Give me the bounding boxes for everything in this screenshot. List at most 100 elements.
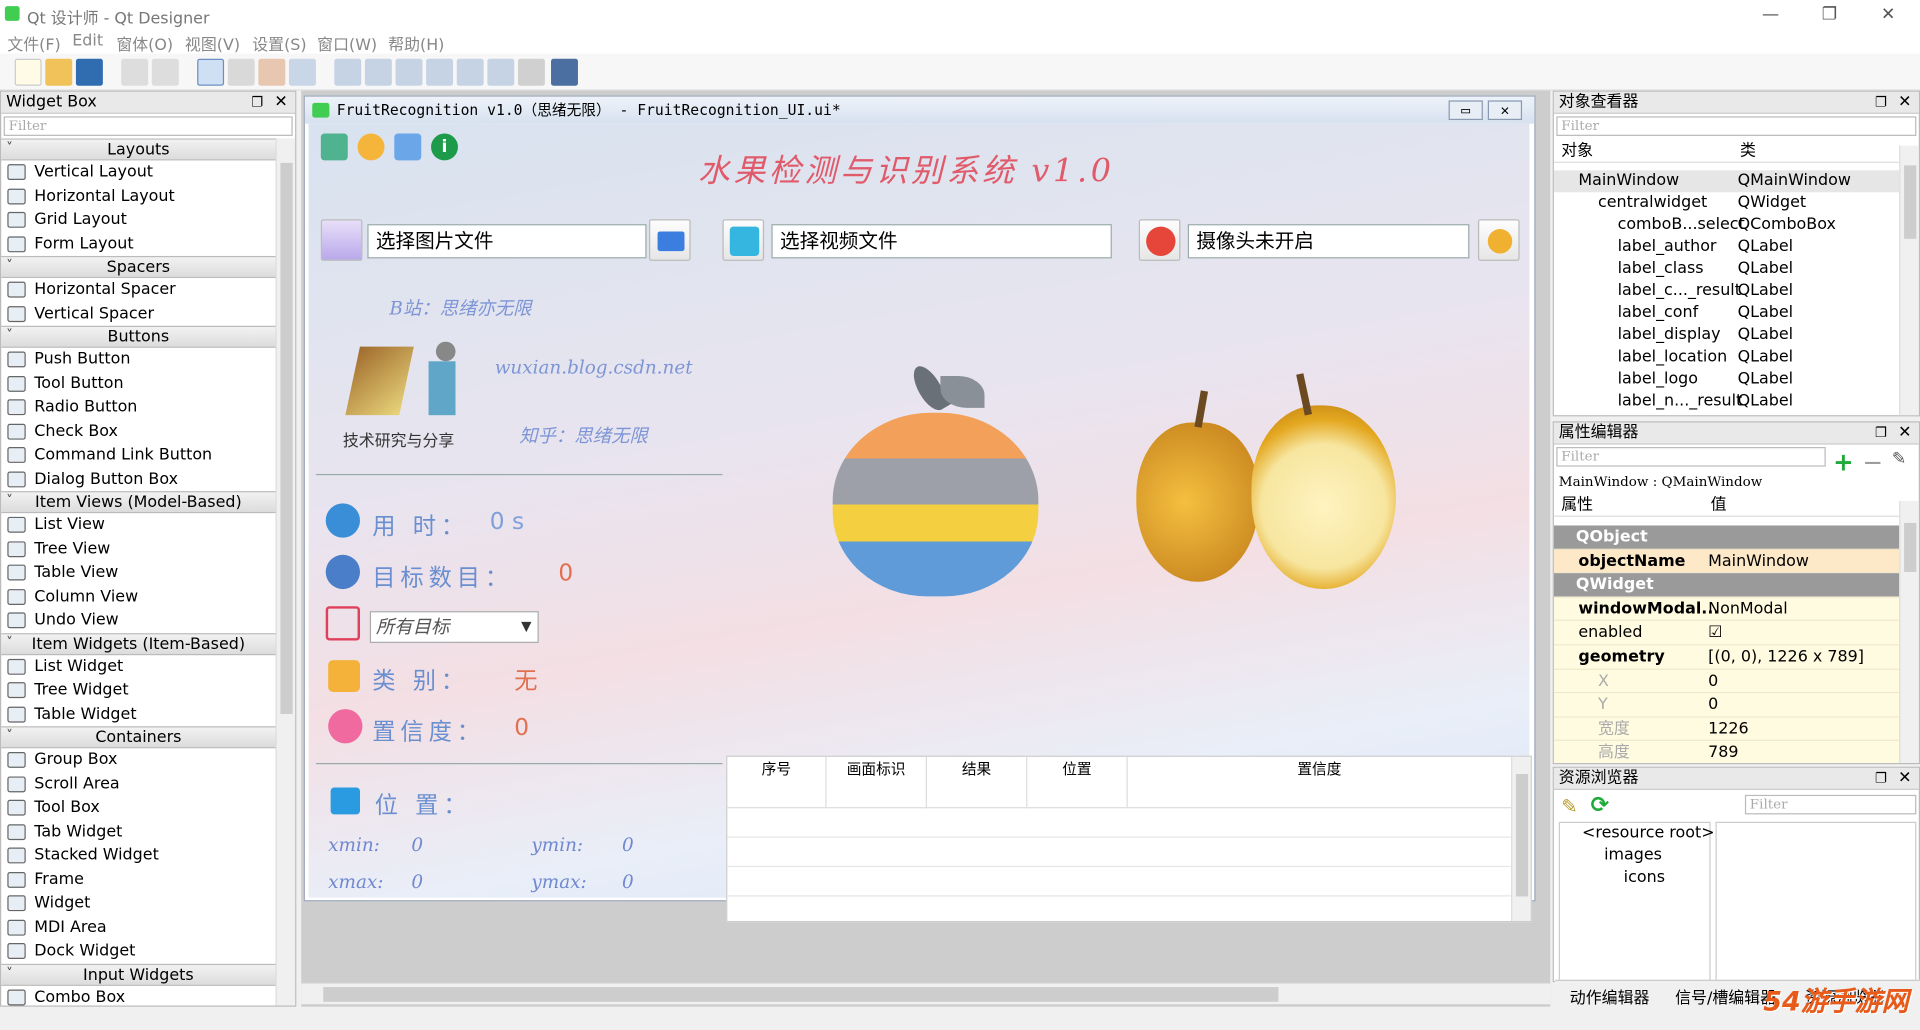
fruit-logo-button[interactable] (1477, 219, 1520, 261)
widget-category[interactable]: Buttons (1, 325, 276, 348)
layout-form-icon[interactable] (487, 58, 515, 86)
layout-v-splitter-icon[interactable] (426, 58, 454, 86)
resource-root[interactable]: <resource root> (1560, 823, 1715, 845)
menu-form[interactable]: 窗体(O) (116, 32, 173, 55)
widget-item[interactable]: Frame (1, 868, 275, 892)
tab-action-editor[interactable]: 动作编辑器 (1570, 985, 1650, 1008)
maximize-button[interactable]: ❐ (1805, 2, 1854, 26)
object-row[interactable]: centralwidget QWidget (1554, 192, 1899, 214)
widget-item[interactable]: Undo View (1, 609, 275, 633)
property-row[interactable]: objectName MainWindow (1553, 549, 1900, 574)
add-property-icon[interactable]: + (1833, 447, 1854, 476)
camera-status-field[interactable]: 摄像头未开启 (1187, 224, 1470, 259)
results-table[interactable]: 序号 画面标识 结果 位置 置信度 (726, 755, 1532, 923)
close-dock-button[interactable]: ✕ (274, 92, 287, 114)
object-row[interactable]: label_class QLabel (1554, 258, 1899, 280)
float-button[interactable]: ❐ (1875, 92, 1887, 114)
close-dock-button[interactable]: ✕ (1898, 423, 1911, 445)
float-button[interactable]: ❐ (1875, 768, 1887, 790)
widget-item[interactable]: Horizontal Layout (1, 184, 275, 208)
widget-category[interactable]: Item Views (Model-Based) (1, 490, 276, 514)
widget-item[interactable]: Widget (1, 892, 275, 916)
property-group[interactable]: QObject (1553, 525, 1900, 550)
close-button[interactable]: ✕ (1864, 2, 1913, 26)
table-scrollbar[interactable] (1511, 756, 1531, 921)
target-combo-box[interactable]: 所有目标 ▼ (369, 611, 539, 643)
widget-box-scrollbar[interactable] (275, 138, 296, 1006)
object-filter[interactable]: Filter (1556, 116, 1917, 136)
edit-widgets-icon[interactable] (197, 58, 225, 86)
widget-item[interactable]: Check Box (1, 419, 275, 443)
widget-category[interactable]: Layouts (1, 138, 276, 161)
save-result-icon[interactable] (320, 133, 348, 161)
table-row[interactable] (727, 838, 1512, 868)
paste-icon[interactable] (151, 58, 179, 86)
widget-item[interactable]: Combo Box (1, 985, 275, 1005)
widget-item[interactable]: List Widget (1, 655, 275, 679)
edit-signals-icon[interactable] (227, 58, 255, 86)
widget-category[interactable]: Item Widgets (Item-Based) (1, 631, 276, 655)
folder-open-button[interactable] (648, 219, 691, 261)
object-row[interactable]: MainWindow QMainWindow (1553, 170, 1900, 193)
layout-horizontal-icon[interactable] (334, 58, 362, 86)
adjust-size-icon[interactable] (551, 58, 578, 86)
form-close-button[interactable]: ✕ (1487, 100, 1523, 121)
video-icon[interactable] (722, 219, 765, 261)
property-row[interactable]: geometry [(0, 0), 1226 x 789] (1553, 645, 1900, 670)
menu-edit[interactable]: Edit (72, 32, 103, 50)
reload-icon[interactable]: ⟳ (1591, 792, 1609, 818)
widget-item[interactable]: Stacked Widget (1, 844, 275, 868)
edit-tab-order-icon[interactable] (288, 58, 316, 86)
mdi-horizontal-scrollbar[interactable] (301, 982, 1551, 1005)
widget-item[interactable]: Dock Widget (1, 939, 275, 963)
close-dock-button[interactable]: ✕ (1898, 92, 1911, 114)
break-layout-icon[interactable] (517, 58, 545, 86)
widget-item[interactable]: Radio Button (1, 396, 275, 420)
property-scrollbar[interactable] (1899, 500, 1919, 763)
menu-file[interactable]: 文件(F) (7, 32, 60, 55)
object-row[interactable]: label_display QLabel (1554, 325, 1899, 347)
widget-item[interactable]: Group Box (1, 748, 275, 772)
widget-item[interactable]: Vertical Layout (1, 160, 275, 184)
widget-item[interactable]: List View (1, 513, 275, 537)
widget-item[interactable]: Tree View (1, 537, 275, 561)
settings-icon[interactable] (357, 133, 385, 161)
open-folder-icon[interactable] (45, 58, 73, 86)
property-group[interactable]: QWidget (1553, 573, 1900, 598)
object-row[interactable]: label_author QLabel (1554, 236, 1899, 258)
resource-filter[interactable]: Filter (1744, 794, 1917, 815)
widget-item[interactable]: MDI Area (1, 915, 275, 939)
user-icon[interactable] (394, 133, 422, 161)
resource-icons[interactable]: icons (1560, 867, 1709, 889)
widget-item[interactable]: Command Link Button (1, 443, 275, 467)
layout-vertical-icon[interactable] (364, 58, 392, 86)
col-result[interactable]: 结果 (926, 756, 1028, 809)
widget-item[interactable]: Push Button (1, 348, 275, 372)
float-button[interactable]: ❐ (251, 92, 263, 114)
object-row[interactable]: label_logo QLabel (1554, 369, 1899, 391)
widget-box-filter[interactable]: Filter (3, 116, 293, 136)
widget-item[interactable]: Column View (1, 585, 275, 609)
widget-item[interactable]: Tree Widget (1, 678, 275, 702)
widget-item[interactable]: Grid Layout (1, 208, 275, 232)
menu-settings[interactable]: 设置(S) (252, 32, 306, 55)
wrench-icon[interactable]: ✎ (1892, 449, 1906, 469)
object-row[interactable]: label_conf QLabel (1554, 303, 1899, 325)
video-file-field[interactable]: 选择视频文件 (771, 224, 1112, 259)
widget-item[interactable]: Vertical Spacer (1, 302, 275, 326)
image-file-field[interactable]: 选择图片文件 (367, 224, 647, 259)
widget-item[interactable]: Horizontal Spacer (1, 278, 275, 302)
close-dock-button[interactable]: ✕ (1898, 768, 1911, 790)
col-position[interactable]: 位置 (1027, 756, 1128, 809)
widget-category[interactable]: Containers (1, 725, 276, 749)
layout-grid-icon[interactable] (456, 58, 484, 86)
table-row[interactable] (727, 867, 1512, 897)
minimize-button[interactable]: — (1746, 2, 1795, 26)
property-row[interactable]: enabled ☑ (1553, 621, 1900, 646)
property-row[interactable]: windowModal... NonModal (1553, 597, 1900, 622)
widget-item[interactable]: Tab Widget (1, 820, 275, 844)
widget-item[interactable]: Scroll Area (1, 772, 275, 796)
widget-item[interactable]: Form Layout (1, 232, 275, 256)
tab-signal-slot-editor[interactable]: 信号/槽编辑器 (1675, 985, 1776, 1008)
remove-property-icon[interactable]: − (1862, 447, 1883, 476)
